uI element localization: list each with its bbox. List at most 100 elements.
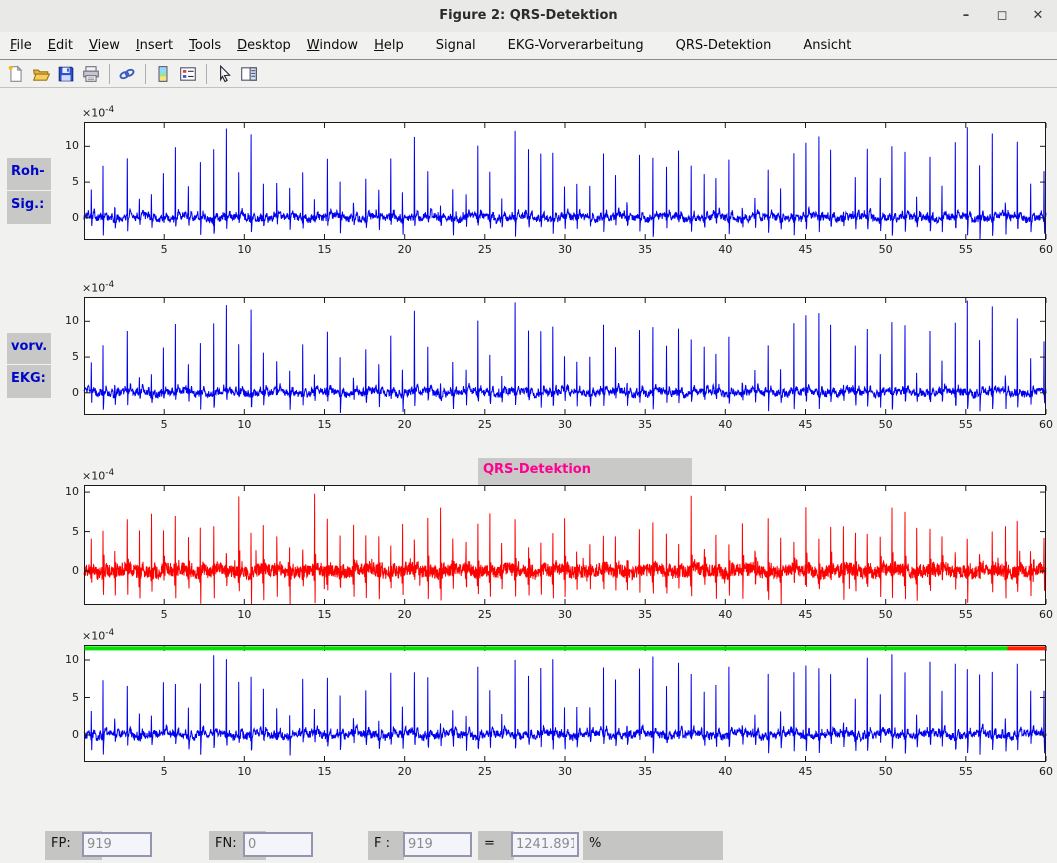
x-tick-label: 5 [149, 765, 179, 778]
x-tick-label: 35 [630, 418, 660, 431]
print-figure-button[interactable] [79, 62, 103, 86]
x-tick-label: 55 [951, 765, 981, 778]
property-editor-icon [240, 65, 258, 83]
menu-item-insert[interactable]: Insert [128, 33, 181, 58]
menu-item-ansicht[interactable]: Ansicht [795, 33, 859, 58]
x-tick-label: 40 [710, 418, 740, 431]
new-figure-button[interactable] [4, 62, 28, 86]
x-tick-label: 45 [791, 243, 821, 256]
plot-vorv-ekg[interactable]: 510152025303540455055600510×10-4 [84, 297, 1046, 415]
f-label: F : [368, 831, 404, 860]
x-tick-label: 60 [1031, 243, 1057, 256]
y-axis-exponent-label: ×10-4 [82, 105, 114, 120]
menu-item-view[interactable]: View [81, 33, 128, 58]
menu-item-edit[interactable]: Edit [40, 33, 81, 58]
x-tick-label: 10 [229, 765, 259, 778]
fn-input[interactable] [243, 832, 313, 857]
x-tick-label: 20 [390, 418, 420, 431]
printer-icon [82, 65, 100, 83]
threshold-line-green [85, 646, 1008, 650]
menu-item-ekg-vorverarbeitung[interactable]: EKG-Vorverarbeitung [500, 33, 652, 58]
x-tick-label: 25 [470, 608, 500, 621]
menu-item-desktop[interactable]: Desktop [229, 33, 299, 58]
x-tick-label: 20 [390, 765, 420, 778]
threshold-line-red [1008, 646, 1046, 650]
x-tick-label: 15 [310, 418, 340, 431]
x-tick-label: 10 [229, 243, 259, 256]
x-tick-label: 25 [470, 765, 500, 778]
percent-label: % [583, 831, 723, 860]
x-tick-label: 55 [951, 243, 981, 256]
open-folder-icon [32, 65, 50, 83]
x-tick-label: 60 [1031, 418, 1057, 431]
roh-label-line1: Roh- [7, 158, 51, 190]
x-tick-label: 5 [149, 418, 179, 431]
plot-qrs-detektion[interactable]: 510152025303540455055600510×10-4 [84, 485, 1046, 605]
x-tick-label: 25 [470, 243, 500, 256]
x-tick-label: 20 [390, 608, 420, 621]
x-tick-label: 30 [550, 243, 580, 256]
menubar: FileEditViewInsertToolsDesktopWindowHelp… [0, 32, 1057, 60]
x-tick-label: 15 [310, 608, 340, 621]
x-tick-label: 30 [550, 418, 580, 431]
menu-item-file[interactable]: File [2, 33, 40, 58]
colorbar-icon [154, 65, 172, 83]
insert-legend-button[interactable] [176, 62, 200, 86]
chain-link-icon [118, 65, 136, 83]
save-figure-button[interactable] [54, 62, 78, 86]
fp-input[interactable] [82, 832, 152, 857]
x-tick-label: 40 [710, 608, 740, 621]
x-tick-label: 55 [951, 418, 981, 431]
open-file-button[interactable] [29, 62, 53, 86]
y-tick-label: 10 [47, 485, 79, 498]
x-tick-label: 20 [390, 243, 420, 256]
save-floppy-icon [57, 65, 75, 83]
x-tick-label: 5 [149, 608, 179, 621]
close-button[interactable]: ✕ [1027, 6, 1049, 26]
y-tick-label: 0 [47, 564, 79, 577]
titlebar: Figure 2: QRS-Detektion – ◻ ✕ [0, 0, 1057, 33]
axes-roh-signal [84, 122, 1046, 240]
toolbar [0, 60, 1057, 88]
menu-item-tools[interactable]: Tools [181, 33, 229, 58]
x-tick-label: 35 [630, 765, 660, 778]
window-title: Figure 2: QRS-Detektion [0, 8, 1057, 23]
edit-plot-button[interactable] [212, 62, 236, 86]
qrs-subplot-title-box: QRS-Detektion [478, 458, 692, 485]
axes-detektion-schwelle [84, 645, 1046, 762]
axes-vorv-ekg [84, 297, 1046, 415]
y-tick-label: 10 [47, 314, 79, 327]
maximize-button[interactable]: ◻ [991, 6, 1013, 26]
x-tick-label: 40 [710, 243, 740, 256]
y-tick-label: 0 [47, 211, 79, 224]
y-tick-label: 5 [47, 175, 79, 188]
x-tick-label: 35 [630, 243, 660, 256]
menu-item-help[interactable]: Help [366, 33, 412, 58]
axes-qrs-detektion [84, 485, 1046, 605]
toolbar-separator [206, 64, 207, 84]
y-axis-exponent-label: ×10-4 [82, 280, 114, 295]
x-tick-label: 40 [710, 765, 740, 778]
result-input[interactable] [511, 832, 579, 857]
y-axis-exponent-label: ×10-4 [82, 628, 114, 643]
y-tick-label: 0 [47, 386, 79, 399]
x-tick-label: 30 [550, 608, 580, 621]
toolbar-separator [145, 64, 146, 84]
x-tick-label: 60 [1031, 608, 1057, 621]
menu-item-signal[interactable]: Signal [428, 33, 484, 58]
menu-item-qrs-detektion[interactable]: QRS-Detektion [668, 33, 780, 58]
y-tick-label: 5 [47, 350, 79, 363]
y-tick-label: 10 [47, 653, 79, 666]
plot-roh-signal[interactable]: 510152025303540455055600510×10-4 [84, 122, 1046, 240]
x-tick-label: 25 [470, 418, 500, 431]
plot-tools-button[interactable] [237, 62, 261, 86]
x-tick-label: 45 [791, 418, 821, 431]
x-tick-label: 50 [871, 243, 901, 256]
plot-detektion-schwelle[interactable]: 510152025303540455055600510×10-4 [84, 645, 1046, 762]
minimize-button[interactable]: – [955, 6, 977, 26]
insert-colorbar-button[interactable] [151, 62, 175, 86]
f-input[interactable] [403, 832, 472, 857]
x-tick-label: 15 [310, 243, 340, 256]
menu-item-window[interactable]: Window [299, 33, 366, 58]
link-plot-button[interactable] [115, 62, 139, 86]
